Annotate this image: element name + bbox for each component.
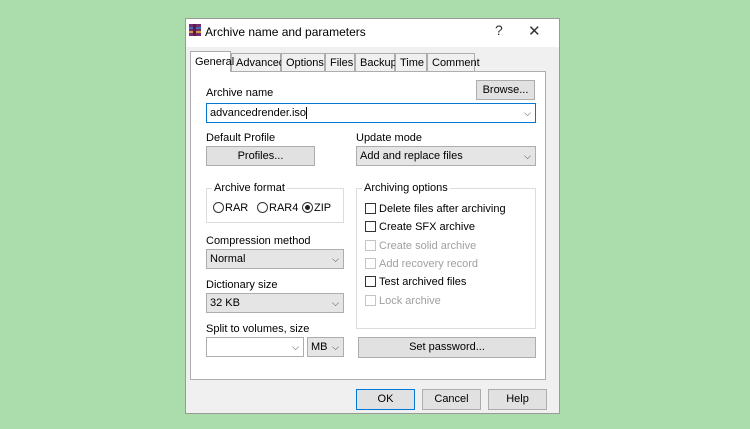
archiving-options-group: Archiving options Delete files after arc… [356,182,536,329]
tab-time[interactable]: Time [395,53,427,71]
split-volumes-label: Split to volumes, size [206,323,310,335]
help-button[interactable]: Help [488,389,547,410]
update-mode-label: Update mode [356,132,423,144]
archive-format-group: Archive format RAR RAR4 ZIP [206,182,344,223]
checkbox-box [365,221,376,232]
dictionary-size-select[interactable]: 32 KB ⌵ [206,293,344,313]
ok-button[interactable]: OK [356,389,415,410]
default-profile-label: Default Profile [206,132,276,144]
tab-files[interactable]: Files [325,53,355,71]
checkbox-box [365,258,376,269]
radio-rar4-label: RAR4 [269,202,299,214]
general-panel: Archive name Browse... advancedrender.is… [190,71,546,380]
browse-button[interactable]: Browse... [476,80,535,100]
chevron-down-icon: ⌵ [332,342,339,352]
dictionary-size-value: 32 KB [210,297,240,309]
profiles-button[interactable]: Profiles... [206,146,315,166]
archive-name-input[interactable]: advancedrender.iso ⌵ [206,103,536,123]
tab-advanced[interactable]: Advanced [231,53,285,71]
update-mode-value: Add and replace files [360,150,463,162]
radio-zip[interactable]: ZIP [302,202,331,214]
tab-comment[interactable]: Comment [427,53,480,71]
checkbox-box [365,276,376,287]
set-password-button[interactable]: Set password... [358,337,536,358]
checkbox-label: Delete files after archiving [379,203,506,215]
chevron-down-icon: ⌵ [524,151,531,161]
delete-files-checkbox[interactable]: Delete files after archiving [365,203,506,215]
radio-zip-circle [302,202,313,213]
title-bar[interactable]: Archive name and parameters ? ✕ [186,19,559,47]
chevron-down-icon: ⌵ [332,254,339,264]
checkbox-label: Test archived files [379,276,467,288]
split-size-input[interactable]: ⌵ [206,337,304,357]
window-title: Archive name and parameters [205,25,366,39]
archive-name-label: Archive name [206,87,274,99]
split-unit-select[interactable]: MB ⌵ [307,337,344,357]
tab-options[interactable]: Options [281,53,325,71]
tab-general[interactable]: General [190,51,234,72]
compression-method-label: Compression method [206,235,311,247]
checkbox-box [365,240,376,251]
chevron-down-icon[interactable]: ⌵ [524,104,531,122]
compression-method-value: Normal [210,253,246,265]
radio-rar4-circle [257,202,268,213]
checkbox-label: Create SFX archive [379,221,475,233]
checkbox-label: Add recovery record [379,258,479,270]
radio-zip-label: ZIP [314,202,332,214]
checkbox-label: Lock archive [379,295,441,307]
archive-format-title: Archive format [212,182,287,194]
checkbox-box [365,295,376,306]
chevron-down-icon[interactable]: ⌵ [292,338,299,356]
radio-rar-label: RAR [225,202,249,214]
test-archived-checkbox[interactable]: Test archived files [365,276,466,288]
split-unit-value: MB [311,341,328,353]
dictionary-size-label: Dictionary size [206,279,278,291]
radio-rar[interactable]: RAR [213,202,248,214]
close-icon[interactable]: ✕ [528,22,541,40]
cancel-button[interactable]: Cancel [422,389,481,410]
compression-method-select[interactable]: Normal ⌵ [206,249,344,269]
checkbox-box [365,203,376,214]
add-recovery-checkbox: Add recovery record [365,258,478,270]
text-caret [306,107,308,120]
checkbox-label: Create solid archive [379,240,477,252]
create-sfx-checkbox[interactable]: Create SFX archive [365,221,475,233]
archive-name-value: advancedrender.iso [210,107,307,119]
archiving-options-title: Archiving options [362,182,450,194]
radio-rar-circle [213,202,224,213]
lock-archive-checkbox: Lock archive [365,295,441,307]
help-title-button[interactable]: ? [495,22,503,38]
update-mode-select[interactable]: Add and replace files ⌵ [356,146,536,166]
radio-rar4[interactable]: RAR4 [257,202,298,214]
archive-dialog: Archive name and parameters ? ✕ General … [185,18,560,414]
winrar-icon [189,24,201,36]
tab-backup[interactable]: Backup [355,53,397,71]
create-solid-checkbox: Create solid archive [365,240,476,252]
chevron-down-icon: ⌵ [332,298,339,308]
